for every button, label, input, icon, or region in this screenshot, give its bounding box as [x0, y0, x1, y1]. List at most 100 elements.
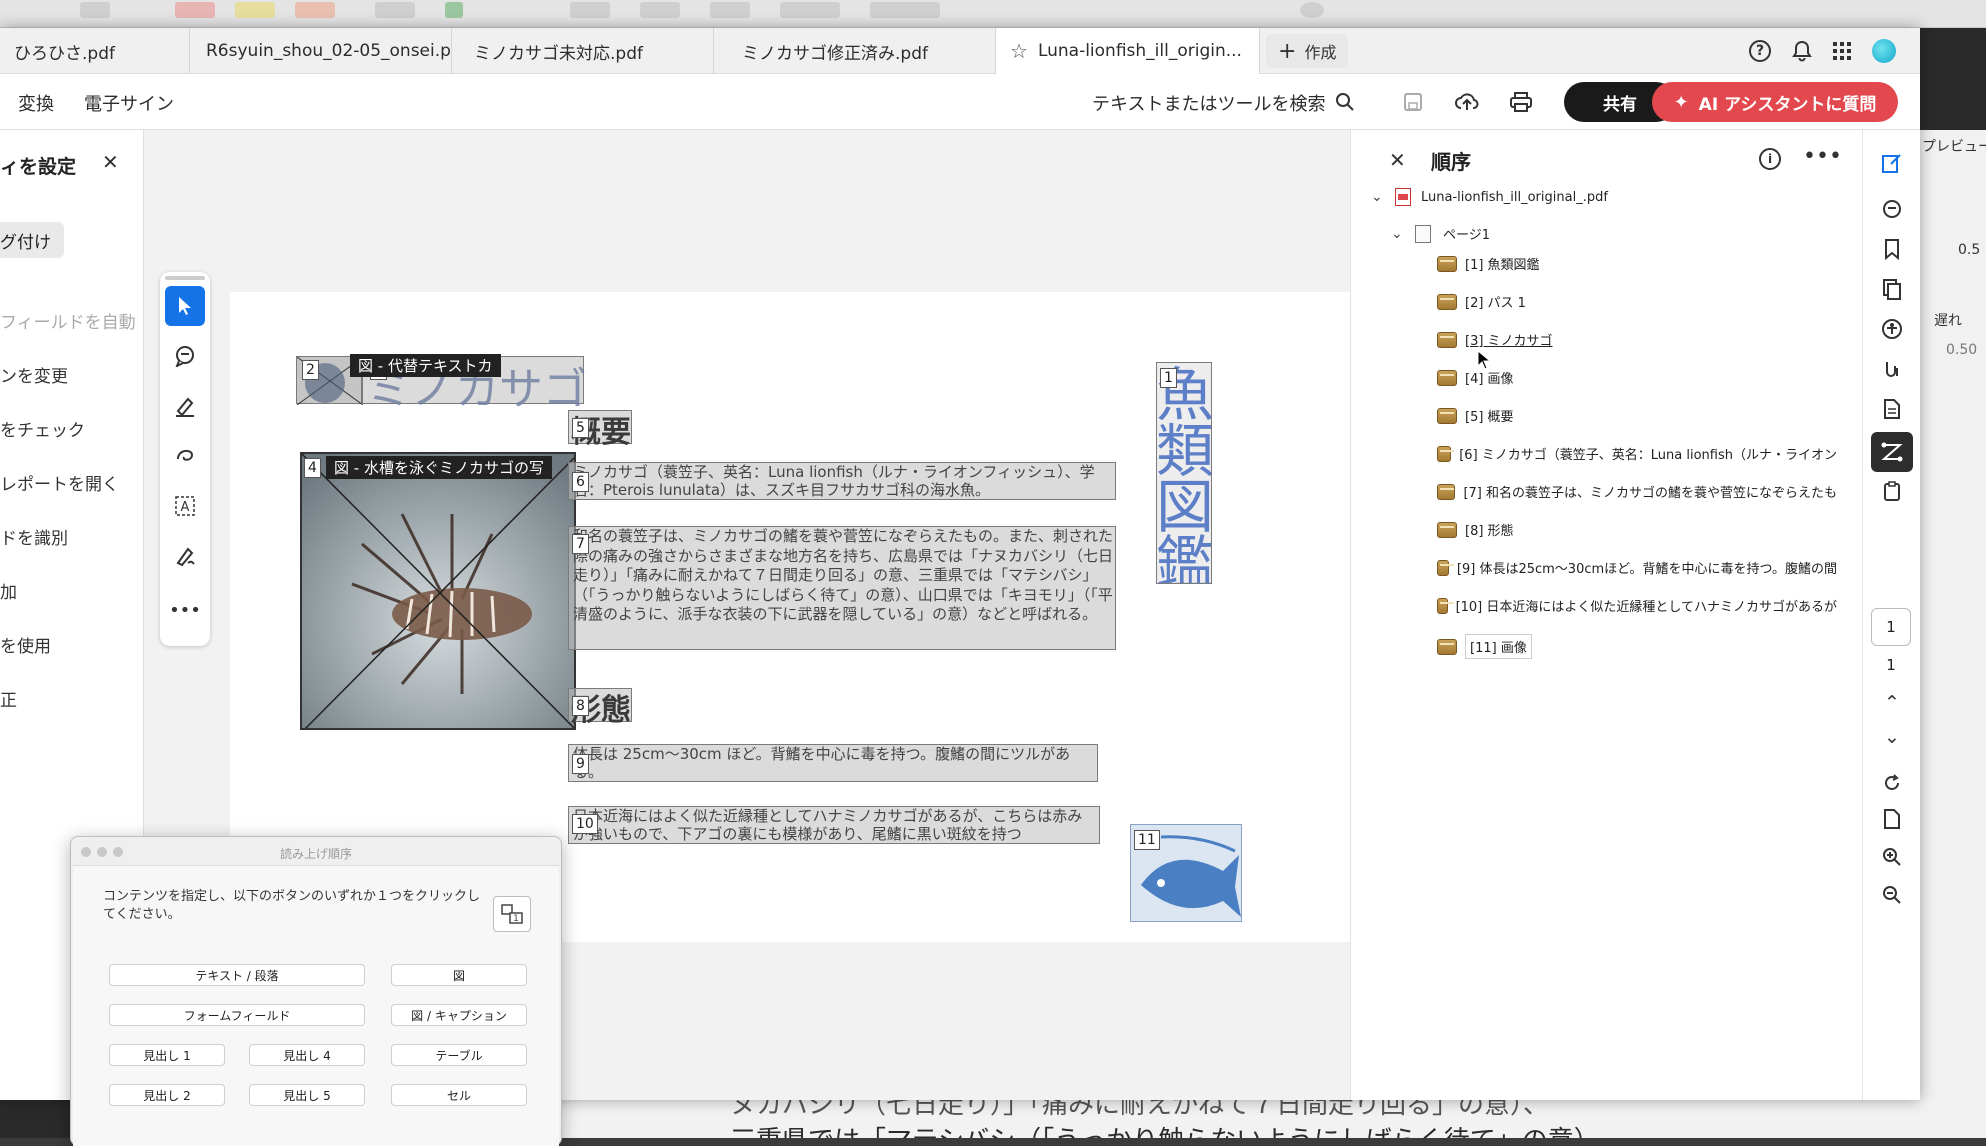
- close-icon[interactable]: ✕: [1389, 148, 1406, 172]
- tab-hirohisa[interactable]: ひろひさ.pdf: [0, 28, 190, 74]
- tree-page-node[interactable]: ⌄ ページ1: [1391, 224, 1490, 243]
- search-icon[interactable]: [1330, 88, 1360, 116]
- bookmark-icon[interactable]: [1879, 236, 1905, 262]
- tag-label: グ付け: [0, 232, 51, 253]
- more-tools-icon[interactable]: •••: [165, 590, 205, 630]
- paragraph-box[interactable]: 体長は 25cm～30cm ほど。背鰭を中心に毒を持つ。腹鰭の間にツルがある。: [568, 744, 1098, 782]
- comment-icon[interactable]: [165, 336, 205, 376]
- comment-icon[interactable]: [1879, 196, 1905, 222]
- tree-file-node[interactable]: ⌄ Luna-lionfish_ill_original_.pdf: [1371, 188, 1608, 206]
- order-item[interactable]: [8] 形態: [1437, 520, 1514, 539]
- edit-pdf-icon[interactable]: [1879, 150, 1905, 176]
- paragraph-box[interactable]: ミノカサゴ（蓑笠子、英名：Luna lionfish（ルナ・ライオンフィッシュ）…: [568, 462, 1116, 500]
- accessibility-icon[interactable]: [1879, 316, 1905, 342]
- order-item[interactable]: [7] 和名の蓑笠子は、ミノカサゴの鰭を蓑や菅笠になぞらえたも: [1437, 482, 1837, 501]
- zoom-out-icon[interactable]: [1879, 882, 1905, 908]
- new-tab-button[interactable]: + 作成: [1266, 34, 1349, 68]
- order-item[interactable]: [5] 概要: [1437, 406, 1514, 425]
- order-item-label: [11] 画像: [1465, 634, 1532, 659]
- tag-button[interactable]: グ付け: [0, 222, 64, 258]
- tab-minokasago-unfixed[interactable]: ミノカサゴ未対応.pdf: [452, 28, 714, 74]
- cell-button[interactable]: セル: [391, 1084, 527, 1106]
- order-number: 6: [572, 472, 589, 492]
- reading-order-icon[interactable]: [1871, 432, 1913, 472]
- pages-icon[interactable]: [1879, 276, 1905, 302]
- menu-convert[interactable]: 変換: [18, 90, 54, 116]
- order-item[interactable]: [2] パス 1: [1437, 292, 1526, 311]
- identify-fields-item[interactable]: ドを識別: [0, 524, 68, 549]
- order-item[interactable]: [11] 画像: [1437, 634, 1532, 659]
- link-icon[interactable]: [1879, 356, 1905, 382]
- bell-icon[interactable]: [1790, 39, 1814, 63]
- tab-luna-lionfish[interactable]: ☆ Luna-lionfish_ill_origin... ✕: [996, 28, 1260, 74]
- chevron-down-icon[interactable]: ⌄: [1879, 724, 1905, 750]
- order-item[interactable]: [4] 画像: [1437, 368, 1514, 387]
- freehand-draw-icon[interactable]: [165, 436, 205, 476]
- more-options-icon[interactable]: •••: [1803, 144, 1842, 169]
- check-item[interactable]: をチェック: [0, 416, 85, 441]
- tab-minokasago-fixed[interactable]: ミノカサゴ修正済み.pdf: [714, 28, 996, 74]
- paragraph-box[interactable]: 日本近海にはよく似た近縁種としてハナミノカサゴがあるが、こちらは赤みが強いもので…: [568, 806, 1100, 844]
- print-icon[interactable]: [1506, 88, 1536, 116]
- clipboard-icon[interactable]: [1879, 478, 1905, 504]
- avatar[interactable]: [1872, 39, 1896, 63]
- document-icon[interactable]: [1879, 396, 1905, 422]
- order-item[interactable]: [10] 日本近海にはよく似た近縁種としてハナミノカサゴがあるが: [1437, 596, 1837, 615]
- chevron-down-icon[interactable]: ⌄: [1391, 226, 1407, 242]
- ai-sparkle-icon: ✦: [1673, 91, 1689, 113]
- tab-r6syuin[interactable]: R6syuin_shou_02-05_onsei.p...: [190, 28, 452, 74]
- chevron-up-icon[interactable]: ⌃: [1879, 690, 1905, 716]
- heading-4-button[interactable]: 見出し 4: [249, 1044, 365, 1066]
- chevron-down-icon[interactable]: ⌄: [1371, 189, 1387, 205]
- form-field-button[interactable]: フォームフィールド: [109, 1004, 365, 1026]
- fix-item[interactable]: 正: [0, 686, 17, 711]
- title-box[interactable]: 魚類図鑑: [1156, 362, 1212, 584]
- table-button[interactable]: テーブル: [391, 1044, 527, 1066]
- heading-1-button[interactable]: 見出し 1: [109, 1044, 225, 1066]
- right-tool-rail: 1 1 ⌃ ⌄: [1862, 130, 1920, 1100]
- drag-handle[interactable]: [165, 276, 205, 280]
- heading-2-button[interactable]: 見出し 2: [109, 1084, 225, 1106]
- show-order-icon[interactable]: 1: [493, 896, 531, 932]
- tool-search-input[interactable]: テキストまたはツールを検索: [1092, 90, 1325, 116]
- apps-grid-icon[interactable]: [1830, 39, 1854, 63]
- text-paragraph-button[interactable]: テキスト / 段落: [109, 964, 365, 986]
- new-tab-label: 作成: [1304, 43, 1337, 62]
- tag-icon: [1437, 638, 1457, 655]
- lionfish-image[interactable]: [300, 452, 576, 730]
- background-value-2: 0.50: [1946, 342, 1978, 358]
- page-number-input[interactable]: 1: [1871, 608, 1911, 646]
- sign-icon[interactable]: [165, 536, 205, 576]
- select-tool-button[interactable]: [165, 286, 205, 326]
- order-item[interactable]: [1] 魚類図鑑: [1437, 254, 1540, 273]
- highlight-pen-icon[interactable]: [165, 386, 205, 426]
- use-item[interactable]: を使用: [0, 632, 51, 657]
- figure-button[interactable]: 図: [391, 964, 527, 986]
- open-report-item[interactable]: レポートを開く: [0, 470, 119, 495]
- heading-5-button[interactable]: 見出し 5: [249, 1084, 365, 1106]
- menu-esign[interactable]: 電子サイン: [84, 90, 174, 116]
- help-icon[interactable]: ?: [1748, 39, 1772, 63]
- page-fit-icon[interactable]: [1879, 806, 1905, 832]
- order-item[interactable]: [9] 体長は25cm～30cmほど。背鰭を中心に毒を持つ。腹鰭の間: [1437, 558, 1837, 577]
- figure-alt-label: 図 - 代替テキストカ: [350, 354, 501, 377]
- rotate-icon[interactable]: [1879, 770, 1905, 796]
- page-label: ページ1: [1443, 228, 1491, 243]
- autotag-fields-item[interactable]: フィールドを自動: [0, 308, 136, 333]
- order-item-label: [6] ミノカサゴ（蓑笠子、英名：Luna lionfish（ルナ・ライオン: [1459, 448, 1837, 463]
- info-icon[interactable]: i: [1759, 148, 1781, 170]
- star-icon[interactable]: ☆: [1010, 39, 1028, 63]
- paragraph-box[interactable]: 和名の蓑笠子は、ミノカサゴの鰭を蓑や菅笠になぞらえたもの。また、刺された際の痛み…: [568, 526, 1116, 650]
- cloud-upload-icon[interactable]: [1452, 88, 1482, 116]
- order-item[interactable]: [6] ミノカサゴ（蓑笠子、英名：Luna lionfish（ルナ・ライオン: [1437, 444, 1837, 463]
- text-box-icon[interactable]: A: [165, 486, 205, 526]
- button-label: テーブル: [435, 1048, 483, 1063]
- close-icon[interactable]: ✕: [102, 150, 119, 174]
- save-icon[interactable]: [1398, 88, 1428, 116]
- add-item[interactable]: 加: [0, 578, 17, 603]
- zoom-in-icon[interactable]: [1879, 844, 1905, 870]
- figure-caption-button[interactable]: 図 / キャプション: [391, 1004, 527, 1026]
- order-item[interactable]: [3] ミノカサゴ: [1437, 330, 1553, 349]
- change-order-item[interactable]: ンを変更: [0, 362, 68, 387]
- ai-assistant-button[interactable]: ✦ AI アシスタントに質問: [1652, 82, 1898, 122]
